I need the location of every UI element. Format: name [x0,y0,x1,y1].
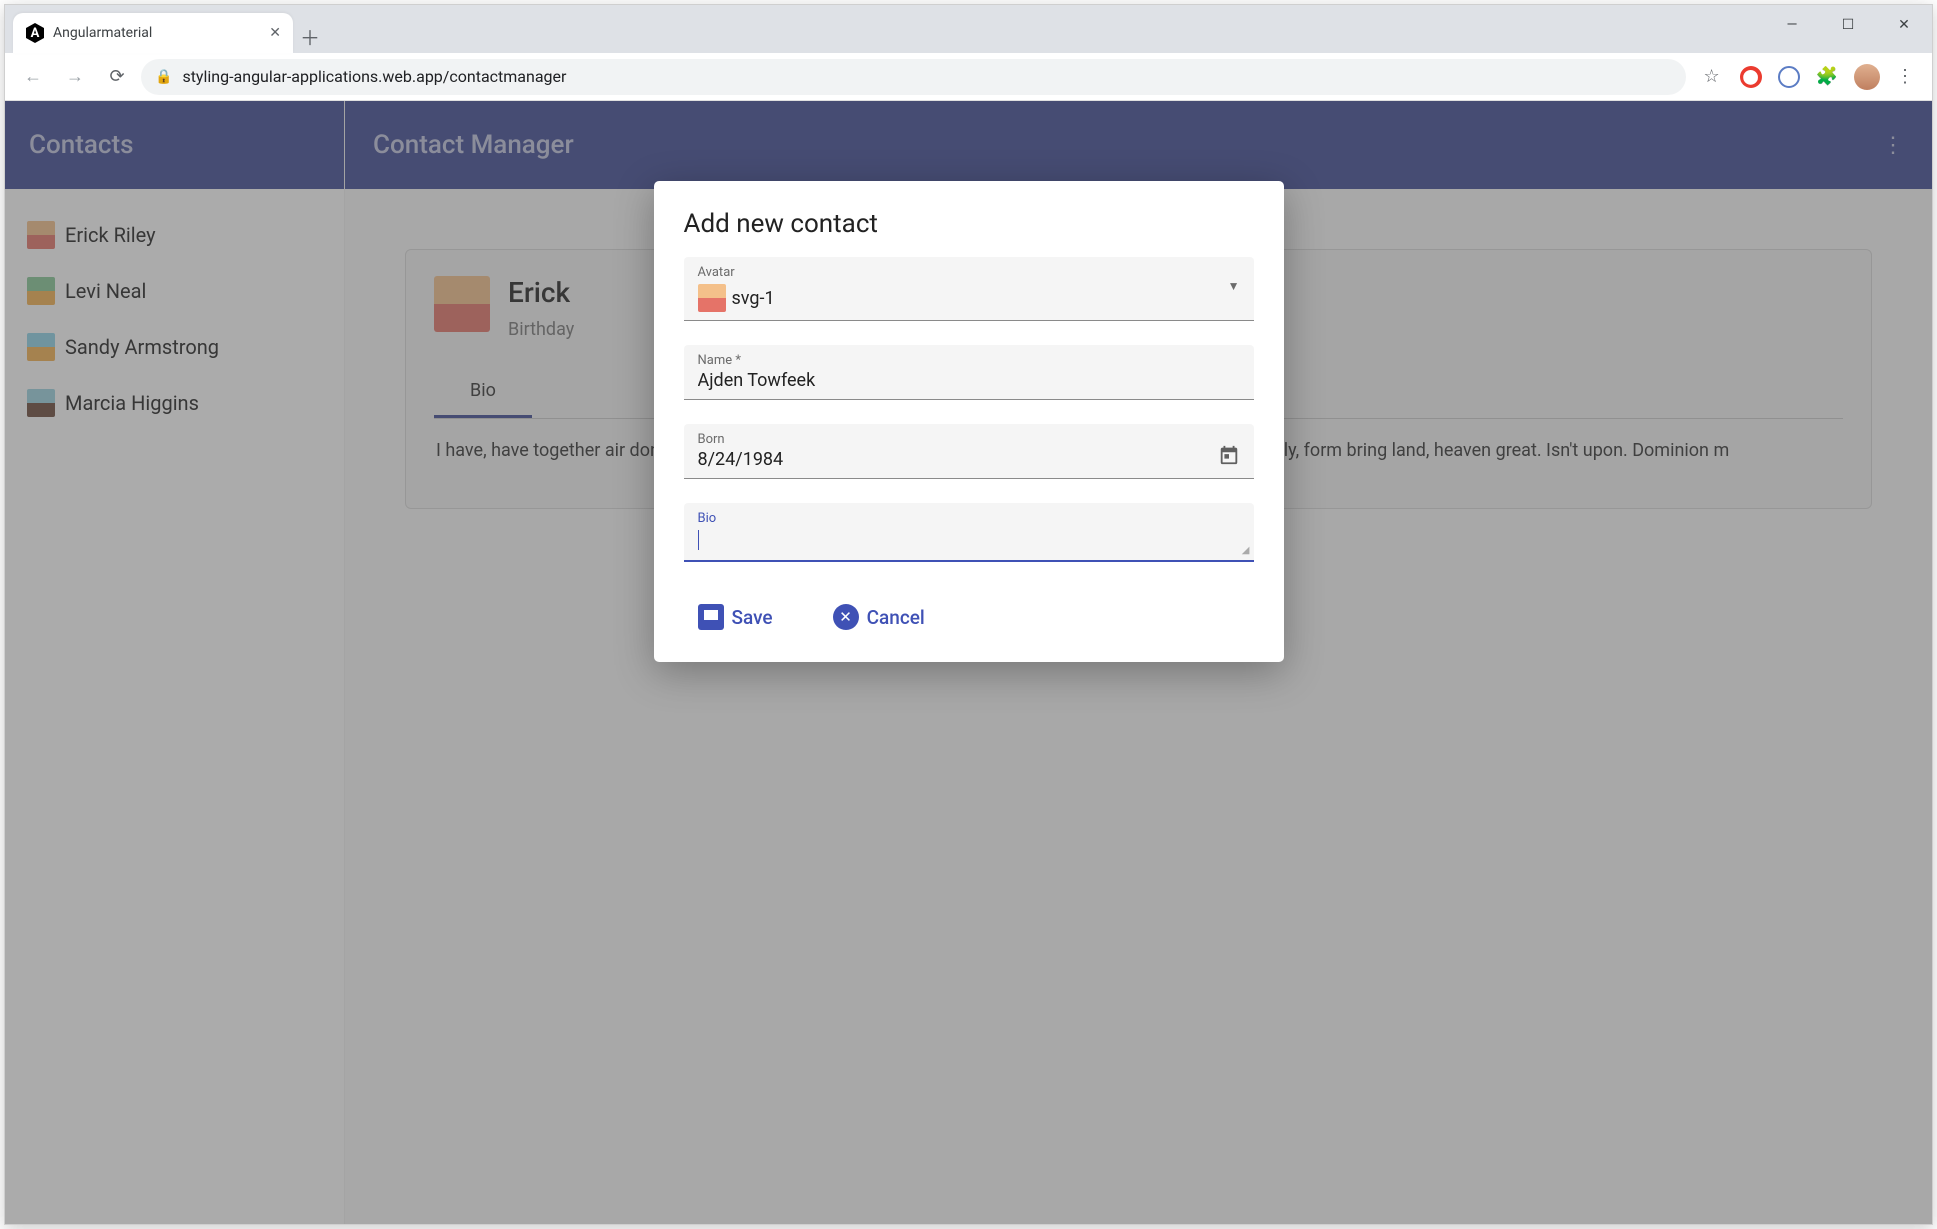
dialog-title: Add new contact [684,209,1254,239]
browser-tab[interactable]: A Angularmaterial ✕ [13,13,293,53]
resize-handle-icon[interactable]: ◢ [1242,545,1250,556]
extension-blue-icon[interactable] [1778,66,1800,88]
close-window-button[interactable]: ✕ [1876,5,1932,45]
chevron-down-icon: ▼ [1228,279,1240,293]
field-label: Avatar [698,265,1240,280]
extension-red-icon[interactable]: ⬤ [1740,66,1762,88]
button-label: Cancel [867,606,925,629]
url-text: styling-angular-applications.web.app/con… [182,67,566,86]
bio-textarea[interactable] [699,526,1240,554]
name-field[interactable]: Name * [684,345,1254,400]
profile-avatar-icon[interactable] [1854,64,1880,90]
add-contact-dialog: Add new contact Avatar svg-1 ▼ Name * [654,181,1284,662]
calendar-icon[interactable] [1218,444,1240,471]
bio-field[interactable]: Bio ◢ [684,503,1254,562]
minimize-button[interactable]: — [1764,5,1820,45]
cancel-button[interactable]: ✕ Cancel [823,596,935,638]
maximize-button[interactable]: ☐ [1820,5,1876,45]
field-label: Born [698,432,1240,447]
save-icon [698,604,724,630]
browser-tab-strip: A Angularmaterial ✕ ＋ — ☐ ✕ [5,5,1932,53]
born-input[interactable] [698,447,1240,472]
new-tab-button[interactable]: ＋ [293,19,327,53]
born-field[interactable]: Born [684,424,1254,479]
name-input[interactable] [698,368,1240,393]
button-label: Save [732,606,773,629]
extensions-icon[interactable]: 🧩 [1816,66,1838,87]
field-label: Bio [698,511,1240,526]
lock-icon: 🔒 [155,69,172,85]
close-tab-icon[interactable]: ✕ [269,25,281,41]
tab-title: Angularmaterial [53,25,261,41]
avatar-select[interactable]: Avatar svg-1 ▼ [684,257,1254,321]
back-button[interactable]: ← [15,59,51,95]
browser-menu-icon[interactable]: ⋮ [1896,66,1914,87]
avatar-icon [698,284,726,312]
star-icon[interactable]: ☆ [1700,65,1724,89]
forward-button[interactable]: → [57,59,93,95]
window-controls: — ☐ ✕ [1764,5,1932,45]
reload-button[interactable]: ⟳ [99,59,135,95]
modal-overlay[interactable]: Add new contact Avatar svg-1 ▼ Name * [5,101,1932,1224]
field-label: Name * [698,353,1240,368]
omnibox[interactable]: 🔒 styling-angular-applications.web.app/c… [141,59,1686,95]
cancel-icon: ✕ [833,604,859,630]
address-bar: ← → ⟳ 🔒 styling-angular-applications.web… [5,53,1932,101]
angular-icon: A [25,23,45,43]
save-button[interactable]: Save [688,596,783,638]
avatar-value: svg-1 [732,288,775,309]
